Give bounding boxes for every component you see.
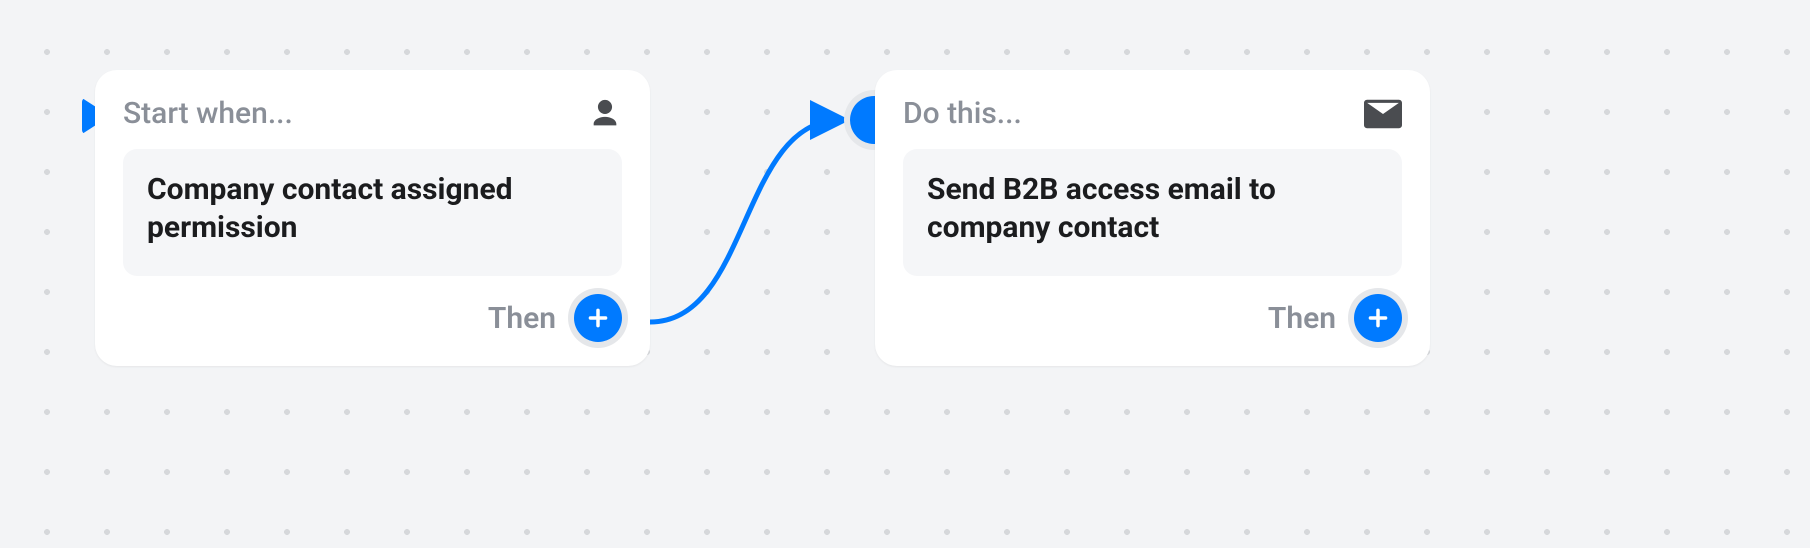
trigger-card-footer: Then <box>123 294 622 342</box>
flow-canvas: Start when... Company contact assigned p… <box>0 0 1810 548</box>
person-icon <box>588 97 622 131</box>
action-card[interactable]: Do this... Send B2B access email to comp… <box>875 70 1430 366</box>
add-step-button[interactable] <box>1354 294 1402 342</box>
trigger-card[interactable]: Start when... Company contact assigned p… <box>95 70 650 366</box>
action-header-label: Do this... <box>903 96 1022 131</box>
action-card-footer: Then <box>903 294 1402 342</box>
mail-icon <box>1364 99 1402 129</box>
trigger-body-text: Company contact assigned permission <box>123 149 622 276</box>
plus-icon <box>585 305 611 331</box>
trigger-card-header: Start when... <box>123 96 622 131</box>
action-card-header: Do this... <box>903 96 1402 131</box>
then-label: Then <box>488 301 556 336</box>
trigger-header-label: Start when... <box>123 96 293 131</box>
action-body-text: Send B2B access email to company contact <box>903 149 1402 276</box>
then-label: Then <box>1268 301 1336 336</box>
add-step-button[interactable] <box>574 294 622 342</box>
plus-icon <box>1365 305 1391 331</box>
